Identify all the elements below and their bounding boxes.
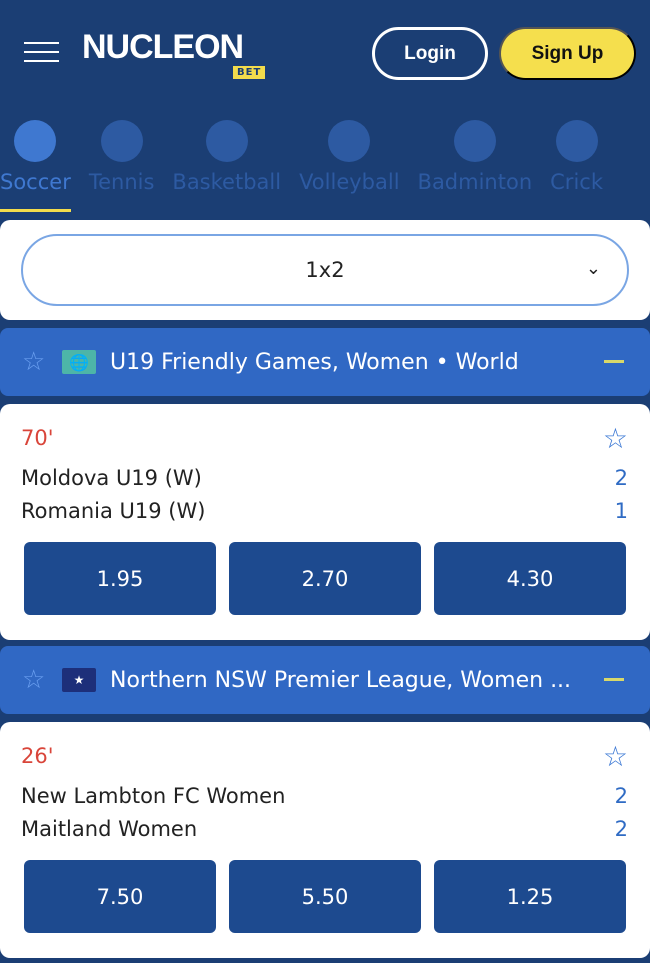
tab-basketball[interactable]: Basketball <box>172 120 281 212</box>
login-button[interactable]: Login <box>372 27 488 80</box>
market-selector-panel: 1x2 ⌄ <box>0 220 650 320</box>
star-icon[interactable]: ☆ <box>603 422 628 455</box>
tab-cricket[interactable]: Crick <box>550 120 603 212</box>
tab-badminton[interactable]: Badminton <box>418 120 532 212</box>
volleyball-icon <box>328 120 371 162</box>
match-card: 26' ☆ New Lambton FC Women Maitland Wome… <box>0 722 650 958</box>
match-card: 70' ☆ Moldova U19 (W) Romania U19 (W) 2 … <box>0 404 650 640</box>
home-team: Moldova U19 (W) <box>21 466 202 490</box>
live-minute: 26' <box>21 744 54 768</box>
basketball-icon <box>205 120 248 162</box>
league-header[interactable]: ☆ ★ Northern NSW Premier League, Women .… <box>0 646 650 714</box>
away-score: 1 <box>614 499 628 523</box>
cricket-bat-icon <box>555 120 598 162</box>
star-icon[interactable]: ☆ <box>22 347 52 377</box>
home-score: 2 <box>614 784 628 808</box>
away-team: Romania U19 (W) <box>21 499 206 523</box>
tab-soccer[interactable]: Soccer <box>0 120 71 212</box>
australia-flag-icon: ★ <box>62 668 96 692</box>
logo-bet-badge: BET <box>233 66 266 79</box>
star-icon[interactable]: ☆ <box>22 665 52 695</box>
logo[interactable]: NUCLEON <box>82 28 244 67</box>
header: NUCLEON BET Login Sign Up <box>0 0 650 110</box>
signup-button[interactable]: Sign Up <box>499 27 636 80</box>
tennis-ball-icon <box>100 120 143 162</box>
odds-button-home[interactable]: 7.50 <box>24 860 216 933</box>
sports-tabs: Soccer Tennis Basketball Volleyball Badm… <box>0 120 650 212</box>
live-minute: 70' <box>21 426 54 450</box>
market-select[interactable]: 1x2 ⌄ <box>21 234 629 306</box>
collapse-icon[interactable] <box>604 360 624 363</box>
odds-button-draw[interactable]: 5.50 <box>229 860 421 933</box>
home-team: New Lambton FC Women <box>21 784 286 808</box>
chevron-down-icon: ⌄ <box>585 258 601 279</box>
collapse-icon[interactable] <box>604 678 624 681</box>
away-team: Maitland Women <box>21 817 198 841</box>
globe-icon: 🌐 <box>62 350 96 374</box>
odds-button-away[interactable]: 1.25 <box>434 860 626 933</box>
menu-icon[interactable] <box>24 42 59 62</box>
star-icon[interactable]: ☆ <box>603 740 628 773</box>
home-score: 2 <box>614 466 628 490</box>
tab-volleyball[interactable]: Volleyball <box>299 120 400 212</box>
away-score: 2 <box>614 817 628 841</box>
shuttlecock-icon <box>453 120 496 162</box>
odds-button-home[interactable]: 1.95 <box>24 542 216 615</box>
odds-button-draw[interactable]: 2.70 <box>229 542 421 615</box>
soccer-ball-icon <box>14 120 57 162</box>
odds-button-away[interactable]: 4.30 <box>434 542 626 615</box>
tab-tennis[interactable]: Tennis <box>89 120 154 212</box>
league-header[interactable]: ☆ 🌐 U19 Friendly Games, Women • World <box>0 328 650 396</box>
